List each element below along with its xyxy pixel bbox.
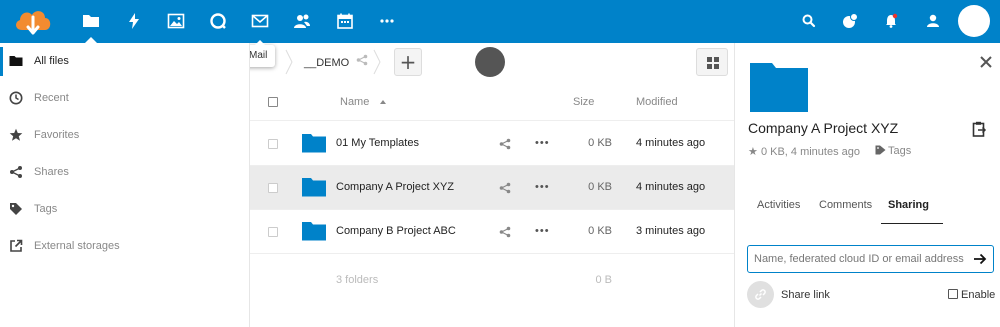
app-navigation: All files Recent Favorites Shares Tags E… [0,43,250,327]
mail-icon[interactable] [251,12,269,30]
tab-activities[interactable]: Activities [757,199,800,211]
nav-item-shares[interactable]: Shares [0,154,249,191]
nav-item-label: Recent [34,92,69,104]
folder-preview-icon [750,61,808,113]
table-row[interactable]: Company B Project ABC ••• 0 KB 3 minutes… [250,210,734,254]
file-name[interactable]: Company B Project ABC [336,225,456,237]
tab-sharing[interactable]: Sharing [888,199,929,211]
nav-item-label: Tags [34,203,58,215]
file-name[interactable]: 01 My Templates [336,137,419,149]
top-header [0,0,1000,43]
share-icon [9,165,23,179]
table-row[interactable]: 01 My Templates ••• 0 KB 4 minutes ago [250,122,734,166]
breadcrumb-separator-icon [373,49,381,75]
file-meta: ★ 0 KB, 4 minutes ago [748,145,860,158]
enable-label[interactable]: Enable [961,289,995,301]
files-icon[interactable] [82,12,100,30]
row-checkbox[interactable] [268,227,278,237]
nav-item-tags[interactable]: Tags [0,191,249,228]
row-checkbox[interactable] [268,139,278,149]
file-modified: 4 minutes ago [636,181,706,193]
column-header-modified[interactable]: Modified [636,96,678,108]
folder-icon [302,221,326,241]
breadcrumb-separator-icon [285,49,293,75]
active-tab-indicator [881,223,943,224]
external-link-icon [9,239,23,253]
nav-item-external-storages[interactable]: External storages [0,228,249,265]
nav-item-label: All files [34,55,69,67]
more-actions-icon[interactable]: ••• [535,137,550,149]
activity-icon[interactable] [125,12,143,30]
talk-icon[interactable] [209,12,227,30]
user-menu-icon[interactable] [924,12,942,30]
nav-item-favorites[interactable]: Favorites [0,117,249,154]
total-size: 0 B [595,274,612,286]
file-modified: 3 minutes ago [636,225,706,237]
share-icon[interactable] [499,226,511,238]
file-modified: 4 minutes ago [636,137,706,149]
file-size: 0 KB [588,137,612,149]
share-folder-icon[interactable] [356,54,368,66]
column-header-size[interactable]: Size [573,96,594,108]
tag-icon [9,202,23,216]
tags-toggle[interactable]: Tags [875,145,911,157]
details-sidebar: Company A Project XYZ ★ 0 KB, 4 minutes … [734,43,1000,327]
nav-item-label: Favorites [34,129,80,141]
sidebar-title: Company A Project XYZ [748,120,899,136]
calendar-icon[interactable] [336,12,354,30]
nextcloud-logo[interactable] [12,4,54,40]
more-actions-icon[interactable]: ••• [535,181,550,193]
more-actions-icon[interactable]: ••• [535,225,550,237]
column-header-name[interactable]: Name [340,96,369,108]
file-name[interactable]: Company A Project XYZ [336,181,454,193]
file-size: 0 KB [588,181,612,193]
avatar[interactable] [958,5,990,37]
nav-item-recent[interactable]: Recent [0,80,249,117]
share-icon[interactable] [499,182,511,194]
link-icon [747,281,774,308]
share-with-input[interactable] [747,245,994,273]
copy-link-icon[interactable] [972,121,987,137]
table-row[interactable]: Company A Project XYZ ••• 0 KB 4 minutes… [250,166,734,210]
gallery-icon[interactable] [167,12,185,30]
folder-icon [302,177,326,197]
breadcrumb-item-current[interactable]: __DEMO [304,57,349,69]
share-link-label: Share link [781,289,830,301]
file-size: 0 KB [588,225,612,237]
folder-icon [9,54,23,68]
close-icon[interactable] [979,55,993,69]
clock-icon [9,91,23,105]
tab-comments[interactable]: Comments [819,199,872,211]
upload-progress-indicator [475,47,505,77]
file-list-summary: 3 folders 0 B [250,258,734,302]
new-file-button[interactable] [394,48,422,76]
star-icon [9,128,23,142]
contacts-menu-icon[interactable] [841,12,859,30]
nav-item-label: External storages [34,240,120,252]
favorite-star-icon[interactable]: ★ [748,145,758,158]
sort-ascending-icon [380,100,386,104]
more-apps-icon[interactable] [378,12,396,30]
folder-icon [302,133,326,153]
share-icon[interactable] [499,138,511,150]
row-checkbox[interactable] [268,183,278,193]
enable-share-link-checkbox[interactable] [948,289,958,299]
contacts-icon[interactable] [293,12,311,30]
grid-view-toggle[interactable] [696,48,728,76]
folder-count: 3 folders [336,274,379,286]
search-icon[interactable] [800,12,818,30]
notifications-icon[interactable] [882,12,900,30]
nav-item-all-files[interactable]: All files [0,43,249,80]
nav-item-label: Shares [34,166,69,178]
arrow-right-icon[interactable] [973,252,987,266]
tag-icon [875,145,886,155]
select-all-checkbox[interactable] [268,97,278,107]
file-list-header: Name Size Modified [250,81,734,121]
